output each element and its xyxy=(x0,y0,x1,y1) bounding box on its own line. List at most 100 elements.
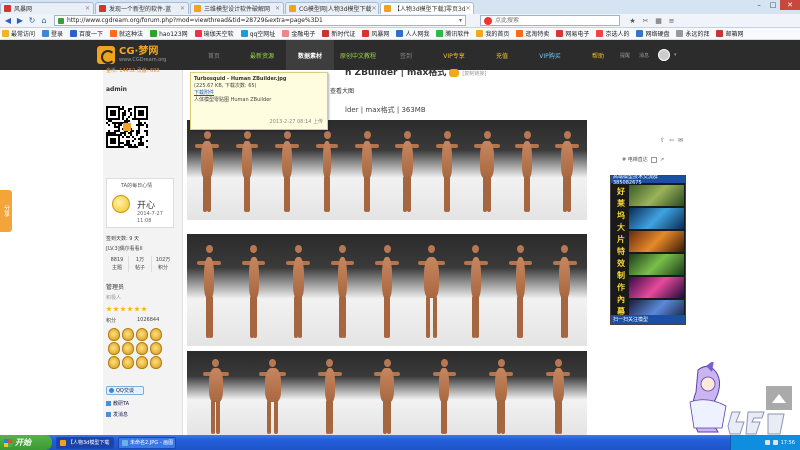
bookmark-item[interactable]: 永远的拜 xyxy=(676,29,709,38)
download-attachment-link[interactable]: 下载附件 xyxy=(194,90,324,97)
bookmark-item[interactable]: 网易电子 xyxy=(556,29,589,38)
start-button[interactable]: 开始 xyxy=(0,435,52,450)
bookmark-item[interactable]: 金融电子 xyxy=(282,29,315,38)
medal-icon[interactable] xyxy=(150,342,162,355)
search-input[interactable] xyxy=(495,17,605,24)
grid-icon[interactable]: ▦ xyxy=(652,15,665,26)
dropdown-arrow-icon[interactable]: ▾ xyxy=(459,17,462,24)
tab-close-icon[interactable]: ✕ xyxy=(180,5,185,12)
bookmark-item[interactable]: 逛淘特卖 xyxy=(516,29,549,38)
forward-button[interactable]: ▶ xyxy=(14,15,26,26)
ad-top-label: 高端模型技术交流群 385082675 xyxy=(611,174,685,186)
share-icon[interactable]: ⇦ xyxy=(667,137,676,145)
bookmark-item[interactable]: 瑜伽天空软 xyxy=(194,29,234,38)
avatar[interactable] xyxy=(658,49,671,61)
tab-close-icon[interactable]: ✕ xyxy=(466,5,471,12)
tab-favicon-icon xyxy=(4,5,11,12)
stat-threads[interactable]: 8819 主题 xyxy=(106,256,129,272)
medal-icon[interactable] xyxy=(108,342,120,355)
sort-icon[interactable]: # xyxy=(622,157,626,163)
minimize-button[interactable]: – xyxy=(752,0,766,10)
taskbar-task[interactable]: 未命名2.JPG - 画图 xyxy=(118,436,176,449)
human-model-figure xyxy=(201,355,231,439)
human-model-figure xyxy=(416,240,446,344)
bookmark-item[interactable]: hao123网 xyxy=(150,29,188,38)
medal-icon[interactable] xyxy=(108,328,120,341)
figure-row xyxy=(187,240,587,344)
jump-arrow-icon[interactable]: ↗ xyxy=(660,157,664,163)
back-button[interactable]: ◀ xyxy=(2,15,14,26)
tab-favicon-icon xyxy=(289,5,296,12)
chevron-down-icon[interactable]: ▾ xyxy=(674,52,677,58)
print-icon[interactable]: ✉ xyxy=(676,137,685,145)
jump-input[interactable] xyxy=(650,156,657,163)
browser-tab[interactable]: 三维模型设计软件破解网 ✕ xyxy=(190,2,284,14)
bookmark-item[interactable]: 百度一下 xyxy=(70,29,103,38)
reminder-link[interactable]: 提醒 xyxy=(620,52,630,59)
browser-tab[interactable]: 风暴网 ✕ xyxy=(0,2,94,14)
stat-points[interactable]: 102万 积分 xyxy=(152,256,174,272)
browser-tab[interactable]: 发现一个新型的软件-蓝 ✕ xyxy=(95,2,189,14)
user-level[interactable]: [LV.3]偶尔看看II xyxy=(106,245,143,252)
browser-tab[interactable]: CG模型网|人物3d模型下载 ✕ xyxy=(285,2,379,14)
bookmark-item[interactable]: 网络硬盘 xyxy=(636,29,669,38)
bookmark-item[interactable]: 新时代证 xyxy=(322,29,355,38)
bookmark-item[interactable]: 就这种法 xyxy=(110,29,143,38)
bookmark-item[interactable]: 风暴网 xyxy=(362,29,389,38)
medal-icon[interactable] xyxy=(136,328,148,341)
close-window-button[interactable]: ✕ xyxy=(780,0,800,10)
sidebar-ad-banner[interactable]: 高端模型技术交流群 385082675 好莱坞大片特效制作內幕 扫一扫关注模型 xyxy=(610,174,686,325)
tab-close-icon[interactable]: ✕ xyxy=(372,5,377,12)
qq-chat-button[interactable]: QQ交谈 xyxy=(106,386,144,395)
bookmark-item[interactable]: 腾讯软件 xyxy=(436,29,469,38)
menu-icon[interactable]: ≡ xyxy=(665,15,678,26)
bookmark-item[interactable]: 我的首页 xyxy=(476,29,509,38)
medal-icon[interactable] xyxy=(108,356,120,369)
refresh-icon[interactable]: ↻ xyxy=(26,15,38,26)
copy-link[interactable]: [复制链接] xyxy=(462,71,486,77)
star-icon xyxy=(141,306,147,312)
author-name[interactable]: admin xyxy=(106,86,127,93)
address-bar[interactable]: http://www.cgdream.org/forum.php?mod=vie… xyxy=(54,15,466,26)
medal-icon[interactable] xyxy=(136,342,148,355)
medal-icon[interactable] xyxy=(136,356,148,369)
maximize-button[interactable]: □ xyxy=(766,0,780,10)
view-full-image-link[interactable]: 查看大图 xyxy=(330,86,354,95)
screenshot-icon[interactable]: ✂ xyxy=(639,15,652,26)
stat-posts[interactable]: 1万 帖子 xyxy=(129,256,152,272)
browser-tabbar: 风暴网 ✕ 发现一个新型的软件-蓝 ✕ 三维模型设计软件破解网 ✕ CG模型网|人物3d模型… xyxy=(0,0,800,14)
share-side-tab[interactable]: 分享 xyxy=(0,190,12,232)
favorite-icon[interactable]: ⇧ xyxy=(658,137,667,145)
bookmark-favicon-icon xyxy=(362,30,370,37)
tab-close-icon[interactable]: ✕ xyxy=(85,5,90,12)
bookmark-item[interactable]: 登录 xyxy=(42,29,63,38)
search-engine-icon xyxy=(484,16,492,25)
browser-tools: ★ ✂ ▦ ≡ xyxy=(626,15,678,26)
medal-icon[interactable] xyxy=(150,356,162,369)
medal-icon[interactable] xyxy=(122,342,134,355)
medal-icon[interactable] xyxy=(150,328,162,341)
bookmark-item[interactable]: 邮箱网 xyxy=(716,29,744,38)
taskbar-task[interactable]: 【人物3d模型下载 xyxy=(56,436,114,449)
human-model-figure xyxy=(258,355,288,439)
browser-tab[interactable]: 【人物3d模型下载]零页3d ✕ xyxy=(380,2,474,14)
mood-box: TA的每日心情 开心 2014-7-27 11:08 xyxy=(106,178,174,228)
medal-icon[interactable] xyxy=(122,328,134,341)
site-logo[interactable]: CG·梦网 www.CGDream.org xyxy=(97,44,197,66)
send-message-link[interactable]: 发消息 xyxy=(106,411,128,418)
bookmark-item[interactable]: 人人网我 xyxy=(396,29,429,38)
bookmark-item[interactable]: 京选人的 xyxy=(596,29,629,38)
follow-ta-link[interactable]: 教研TA xyxy=(106,400,129,407)
user-group[interactable]: 管理员 xyxy=(106,282,124,291)
volume-icon[interactable] xyxy=(772,440,778,445)
messages-link[interactable]: 消息 xyxy=(639,52,649,59)
favorites-icon[interactable]: ★ xyxy=(626,15,639,26)
task-list: 【人物3d模型下载 未命名2.JPG - 画图 xyxy=(52,436,176,449)
search-box[interactable] xyxy=(480,15,620,26)
bookmark-item[interactable]: 最常访问 xyxy=(2,29,35,38)
network-icon[interactable] xyxy=(764,440,770,445)
tab-close-icon[interactable]: ✕ xyxy=(275,5,280,12)
home-icon[interactable]: ⌂ xyxy=(38,15,50,26)
bookmark-item[interactable]: qq空网址 xyxy=(240,29,275,38)
medal-icon[interactable] xyxy=(122,356,134,369)
